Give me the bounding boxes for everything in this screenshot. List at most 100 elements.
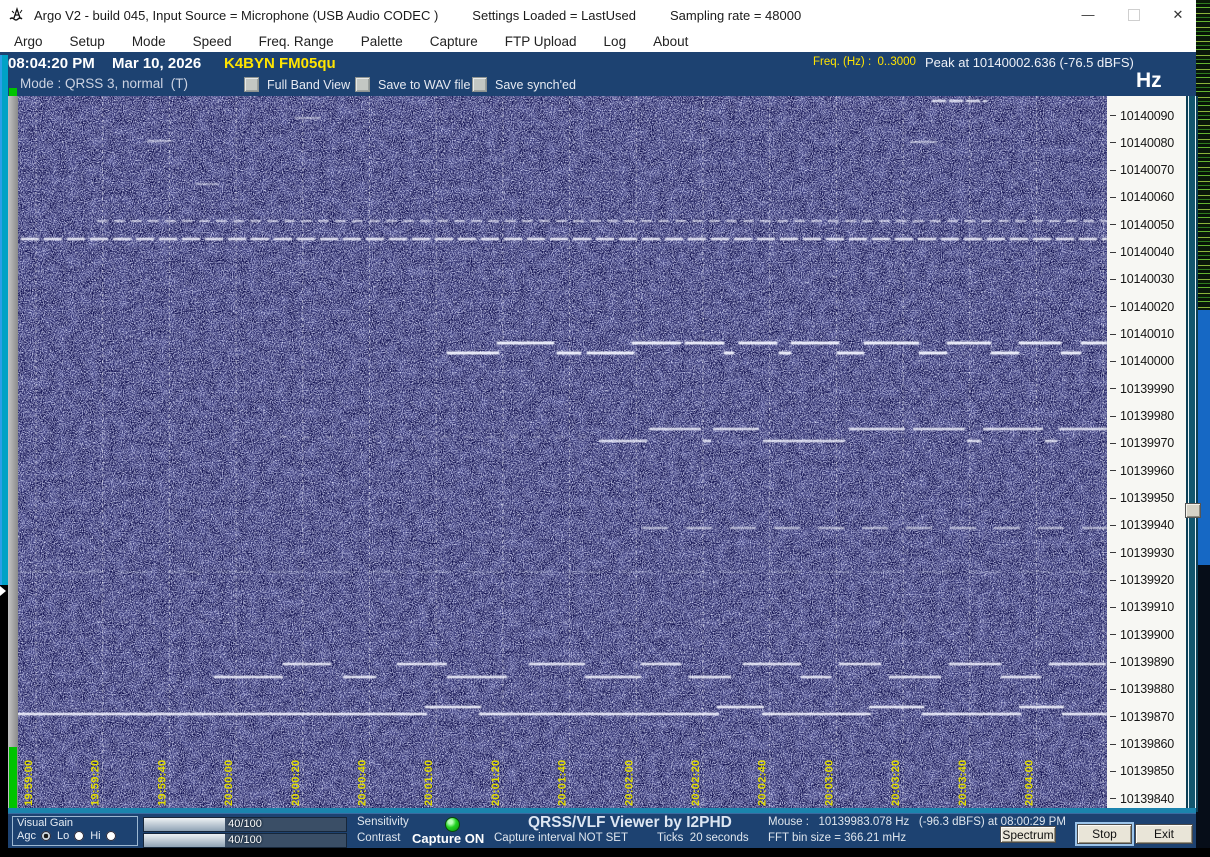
checkbox-label: Full Band View [267,77,351,92]
app-banner: QRSS/VLF Viewer by I2PHD [528,814,732,831]
freq-value: 10140040 [1120,245,1175,260]
radio-circle[interactable] [105,831,116,841]
freq-value: 10139960 [1120,463,1175,478]
time-axis-label: 19:59:40 [156,760,168,806]
freq-scale-label: 10139840 [1107,790,1174,807]
sensitivity-label: Sensitivity [357,816,409,828]
freq-value: 10140060 [1120,190,1175,205]
radio-lo[interactable]: Lo [56,830,85,842]
checkbox-box[interactable] [472,77,487,92]
freq-value: 10139840 [1120,791,1175,806]
frequency-scale: 10140090 10140080 10140070 10140060 10140050… [1107,96,1186,812]
time-axis-label: 20:03:20 [890,760,902,806]
freq-tick [1110,470,1116,472]
exit-button[interactable]: Exit [1135,824,1193,844]
freq-value: 10139890 [1120,655,1175,670]
titlebar: Argo V2 - build 045, Input Source = Micr… [0,0,1196,30]
freq-range-readout: Freq. (Hz) : 0..3000 [813,56,916,68]
time-axis-label: 20:00:40 [357,760,369,806]
radio-label: Lo [56,830,70,842]
freq-tick [1110,743,1116,745]
freq-tick [1110,415,1116,417]
checkbox-save-to-wav-file[interactable]: Save to WAV file [355,77,470,92]
desktop-edge-left-dark [0,585,8,857]
checkbox-label: Save synch'ed [495,77,576,92]
freq-value: 10139900 [1120,627,1175,642]
close-button[interactable]: ✕ [1162,0,1194,29]
menu-item-speed[interactable]: Speed [193,34,232,49]
radio-circle[interactable] [40,831,51,841]
sensitivity-slider-value: 40/100 [228,818,262,830]
freq-scale-label: 10139850 [1107,763,1174,780]
minimize-button[interactable]: — [1072,0,1104,29]
maximize-button[interactable] [1118,0,1150,29]
stop-button[interactable]: Stop [1077,824,1132,844]
freq-tick [1110,388,1116,390]
time-axis-label: 20:00:00 [223,760,235,806]
freq-tick [1110,251,1116,253]
freq-tick [1110,333,1116,335]
time-axis-label: 20:02:00 [623,760,635,806]
freq-tick [1110,798,1116,800]
menu-item-freq-range[interactable]: Freq. Range [259,34,334,49]
menu-item-about[interactable]: About [653,34,688,49]
peak-readout: Peak at 10140002.636 (-76.5 dBFS) [925,55,1134,70]
menu-item-log[interactable]: Log [604,34,627,49]
freq-value: 10139920 [1120,573,1175,588]
freq-scale-label: 10140080 [1107,134,1174,151]
fft-bin-readout: FFT bin size = 366.21 mHz [768,832,907,844]
checkbox-box[interactable] [244,77,259,92]
window-title: Argo V2 - build 045, Input Source = Micr… [34,8,801,23]
spectrum-button[interactable]: Spectrum [1000,826,1056,843]
freq-scale-label: 10139880 [1107,681,1174,698]
vertical-scrollbar-thumb[interactable] [1185,503,1201,518]
contrast-label: Contrast [357,832,401,844]
spectrogram-noise-sparkle [18,96,1107,810]
time-axis-label: 20:03:00 [823,760,835,806]
scan-indicator-bottom [9,747,17,808]
freq-value: 10139970 [1120,436,1175,451]
spectrogram-display[interactable]: 19:59:00 19:59:20 19:59:40 20:00:00 20:00:20… [18,96,1107,810]
maximize-icon [1128,8,1140,21]
menu-item-capture[interactable]: Capture [430,34,478,49]
freq-tick [1110,716,1116,718]
window-title-sampling: Sampling rate = 48000 [670,7,802,23]
freq-tick [1110,360,1116,362]
menu-item-ftp-upload[interactable]: FTP Upload [505,34,577,49]
hz-unit-label: Hz [1136,69,1162,92]
contrast-slider-value: 40/100 [228,834,262,846]
desktop-edge-right-blue [1196,310,1210,565]
freq-value: 10139940 [1120,518,1175,533]
capture-led-indicator [445,817,460,832]
radio-label: Hi [90,830,101,842]
freq-value: 10140000 [1120,354,1175,369]
radio-agc[interactable]: Agc [17,830,51,842]
checkbox-full-band-view[interactable]: Full Band View [244,77,350,92]
sensitivity-slider[interactable]: 40/100 [143,817,347,832]
freq-scale-label: 10140000 [1107,353,1174,370]
freq-value: 10140030 [1120,272,1175,287]
callsign-locator: K4BYN FM05qu [224,55,336,72]
menu-item-palette[interactable]: Palette [361,34,403,49]
freq-scale-label: 10140050 [1107,216,1174,233]
freq-scale-label: 10140040 [1107,244,1174,261]
freq-tick [1110,552,1116,554]
freq-scale-label: 10139860 [1107,736,1174,753]
freq-scale-label: 10139970 [1107,435,1174,452]
checkbox-save-synch-ed[interactable]: Save synch'ed [472,77,576,92]
menu-item-mode[interactable]: Mode [132,34,166,49]
time-axis-label: 20:04:00 [1024,760,1036,806]
menu-item-argo[interactable]: Argo [14,34,43,49]
radio-circle[interactable] [74,831,85,841]
time-axis-label: 20:03:40 [957,760,969,806]
menu-item-setup[interactable]: Setup [70,34,105,49]
contrast-slider[interactable]: 40/100 [143,833,347,848]
vertical-scrollbar[interactable] [1186,96,1198,812]
checkbox-box[interactable] [355,77,370,92]
freq-tick [1110,524,1116,526]
freq-scale-label: 10140060 [1107,189,1174,206]
radio-hi[interactable]: Hi [90,830,116,842]
time-axis-label: 20:01:00 [423,760,435,806]
freq-scale-label: 10140070 [1107,162,1174,179]
freq-tick [1110,115,1116,116]
